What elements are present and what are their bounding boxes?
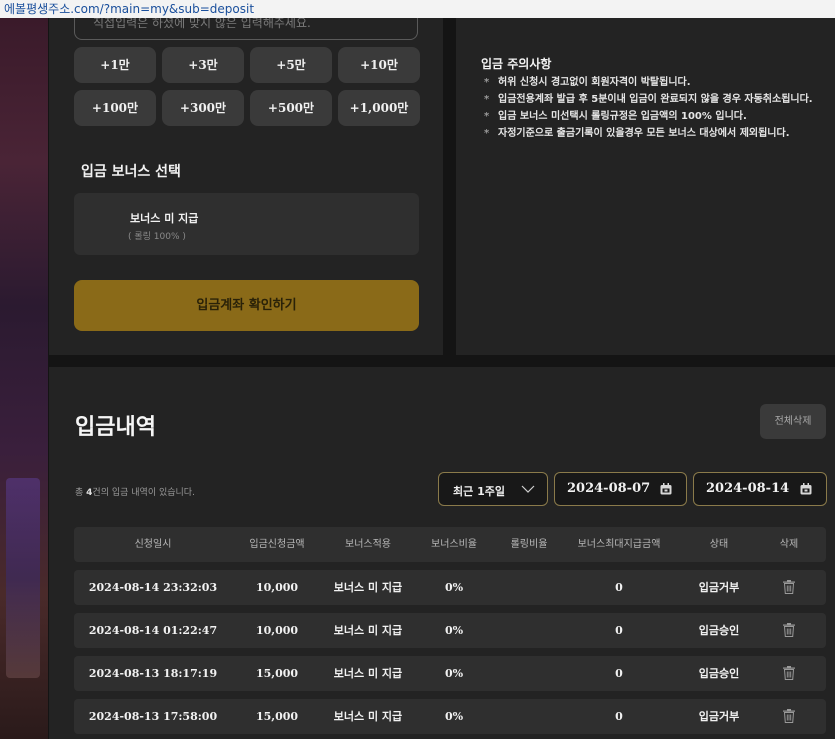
notice-item: * 자정기준으로 출금기록이 있을경우 모든 보너스 대상에서 제외됩니다. — [484, 128, 790, 139]
column-header: 보너스비율 — [431, 539, 477, 550]
table-row: 2024-08-14 23:32:03 10,000 보너스 미 지급 0% 0 입금거부 — [74, 570, 826, 605]
background-art — [0, 18, 48, 739]
cell-bonus: 보너스 미 지급 — [333, 624, 403, 637]
column-header: 보너스적용 — [345, 539, 391, 550]
deposit-panel: 직접입력은 하셨에 맞지 않은 입력해주세요. +1만 +3만 +5만 +10만… — [49, 18, 443, 355]
cell-amount: 15,000 — [255, 710, 299, 723]
address-bar[interactable]: 에볼평생주소.com/?main=my&sub=deposit — [0, 0, 835, 18]
calendar-icon[interactable] — [800, 483, 812, 495]
cell-bonus-max: 0 — [615, 667, 623, 680]
cell-bonus-max: 0 — [615, 581, 623, 594]
cell-bonus-max: 0 — [615, 710, 623, 723]
cell-amount: 15,000 — [255, 667, 299, 680]
bullet-icon: * — [484, 111, 490, 122]
cell-bonus: 보너스 미 지급 — [333, 710, 403, 723]
period-select[interactable]: 최근 1주일 — [438, 472, 548, 506]
trash-icon[interactable] — [783, 709, 795, 723]
amount-input[interactable]: 직접입력은 하셨에 맞지 않은 입력해주세요. — [74, 18, 418, 40]
cell-bonus-rate: 0% — [444, 581, 464, 594]
column-header: 삭제 — [779, 539, 799, 550]
column-header: 신청일시 — [134, 539, 172, 550]
column-header: 상태 — [709, 539, 729, 550]
cell-bonus: 보너스 미 지급 — [333, 667, 403, 680]
calendar-icon[interactable] — [660, 483, 672, 495]
amount-button-10k[interactable]: +1만 — [74, 47, 156, 83]
cell-bonus-rate: 0% — [444, 624, 464, 637]
bullet-icon: * — [484, 77, 490, 88]
bonus-option-rolling: ( 롤링 100% ) — [128, 232, 186, 242]
cell-amount: 10,000 — [255, 581, 299, 594]
cell-bonus-max: 0 — [615, 624, 623, 637]
cell-datetime: 2024-08-14 23:32:03 — [88, 581, 218, 594]
amount-button-100k[interactable]: +10만 — [338, 47, 420, 83]
date-to-field[interactable]: 2024-08-14 — [693, 472, 827, 506]
notice-item: * 입금전용계좌 발급 후 5분이내 입금이 완료되지 않을 경우 자동취소됩니다… — [484, 94, 813, 105]
amount-button-3m[interactable]: +300만 — [162, 90, 244, 126]
amount-button-5m[interactable]: +500만 — [250, 90, 332, 126]
cell-status: 입금거부 — [698, 710, 740, 723]
bonus-section-title: 입금 보너스 선택 — [81, 164, 181, 180]
trash-icon[interactable] — [783, 623, 795, 637]
bullet-icon: * — [484, 128, 490, 139]
period-select-label: 최근 1주일 — [453, 485, 505, 498]
cell-datetime: 2024-08-14 01:22:47 — [88, 624, 218, 637]
table-row: 2024-08-13 17:58:00 15,000 보너스 미 지급 0% 0 입금거부 — [74, 699, 826, 734]
trash-icon[interactable] — [783, 666, 795, 680]
cell-datetime: 2024-08-13 17:58:00 — [88, 710, 218, 723]
column-header: 롤링비율 — [510, 539, 548, 550]
notice-list: * 허위 신청시 경고없이 회원자격이 박탈됩니다. * 입금전용계좌 발급 후 5… — [484, 76, 829, 144]
date-to-value: 2024-08-14 — [706, 481, 790, 496]
cell-bonus-rate: 0% — [444, 667, 464, 680]
column-header: 입금신청금액 — [249, 539, 305, 550]
date-from-field[interactable]: 2024-08-07 — [554, 472, 687, 506]
cell-amount: 10,000 — [255, 624, 299, 637]
cell-bonus-rate: 0% — [444, 710, 464, 723]
cell-status: 입금승인 — [698, 667, 740, 680]
notice-item: * 허위 신청시 경고없이 회원자격이 박탈됩니다. — [484, 77, 691, 88]
bullet-icon: * — [484, 94, 490, 105]
deposit-history-panel: 입금내역 전체삭제 총 4건의 입금 내역이 있습니다. 최근 1주일 2024… — [49, 367, 835, 739]
date-from-value: 2024-08-07 — [567, 481, 651, 496]
delete-all-button[interactable]: 전체삭제 — [760, 404, 826, 439]
trash-icon[interactable] — [783, 580, 795, 594]
page-title: 입금내역 — [75, 415, 156, 440]
cell-datetime: 2024-08-13 18:17:19 — [88, 667, 218, 680]
table-header: 신청일시 입금신청금액 보너스적용 보너스비율 롤링비율 보너스최대지급금액 상… — [74, 527, 826, 562]
table-row: 2024-08-14 01:22:47 10,000 보너스 미 지급 0% 0 입금승인 — [74, 613, 826, 648]
notice-title: 입금 주의사항 — [481, 57, 552, 71]
amount-button-50k[interactable]: +5만 — [250, 47, 332, 83]
cell-status: 입금거부 — [698, 581, 740, 594]
notice-item: * 입금 보너스 미선택시 롤링규정은 입금액의 100% 입니다. — [484, 111, 747, 122]
cell-bonus: 보너스 미 지급 — [333, 581, 403, 594]
amount-button-30k[interactable]: +3만 — [162, 47, 244, 83]
notice-panel: 입금 주의사항 * 허위 신청시 경고없이 회원자격이 박탈됩니다. * 입금전용계… — [456, 18, 835, 355]
amount-button-1m[interactable]: +100만 — [74, 90, 156, 126]
cell-status: 입금승인 — [698, 624, 740, 637]
confirm-deposit-account-button[interactable]: 입금계좌 확인하기 — [74, 280, 419, 331]
bonus-option-card[interactable]: 보너스 미 지급 ( 롤링 100% ) — [74, 193, 419, 255]
table-row: 2024-08-13 18:17:19 15,000 보너스 미 지급 0% 0 입금승인 — [74, 656, 826, 691]
amount-button-10m[interactable]: +1,000만 — [338, 90, 420, 126]
bonus-option-name: 보너스 미 지급 — [130, 212, 199, 225]
column-header: 보너스최대지급금액 — [577, 539, 661, 550]
history-count-text: 총 4건의 입금 내역이 있습니다. — [75, 488, 195, 498]
chevron-down-icon — [521, 479, 535, 503]
